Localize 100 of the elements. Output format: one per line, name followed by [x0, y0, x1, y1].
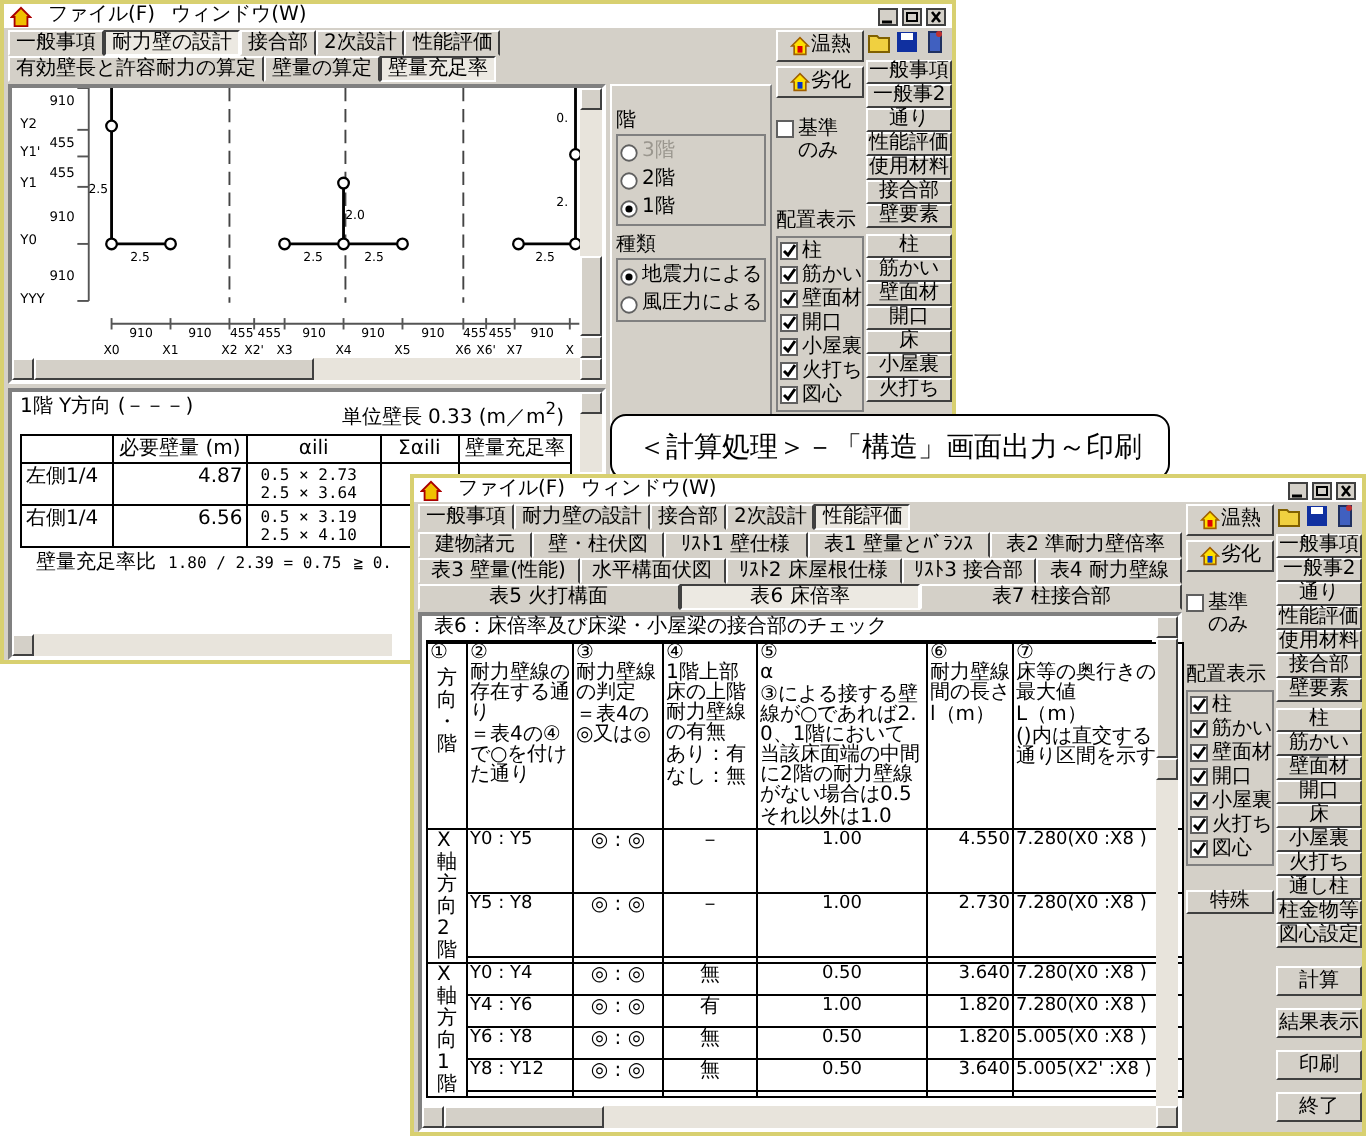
- checkbox[interactable]: [1190, 744, 1208, 762]
- menu-item[interactable]: ウィンドウ(W): [581, 478, 717, 502]
- tab[interactable]: 2次設計: [316, 30, 405, 56]
- checkbox[interactable]: [780, 266, 798, 284]
- tab[interactable]: 有効壁長と許容耐力の算定: [8, 56, 264, 82]
- side-button[interactable]: 筋かい: [866, 258, 952, 282]
- tab[interactable]: ﾘｽﾄ3 接合部: [901, 558, 1037, 584]
- radio-button[interactable]: [620, 267, 638, 285]
- tab[interactable]: 接合部: [240, 30, 316, 56]
- tab[interactable]: 建物諸元: [418, 532, 532, 558]
- side-button[interactable]: 図心設定: [1276, 924, 1362, 948]
- side-button[interactable]: 筋かい: [1276, 732, 1362, 756]
- side-button[interactable]: 使用材料: [1276, 630, 1362, 654]
- side-button[interactable]: 性能評価: [866, 132, 952, 156]
- close-button[interactable]: [926, 7, 946, 25]
- side-button[interactable]: 開口: [1276, 780, 1362, 804]
- checkbox[interactable]: [776, 120, 794, 138]
- action-button[interactable]: 計算: [1276, 966, 1362, 996]
- side-button[interactable]: 火打ち: [866, 378, 952, 402]
- door-icon[interactable]: [922, 30, 948, 54]
- side-button[interactable]: 小屋裏: [1276, 828, 1362, 852]
- tab[interactable]: 表3 壁量(性能): [418, 558, 580, 584]
- action-button[interactable]: 印刷: [1276, 1050, 1362, 1080]
- tab[interactable]: 性能評価: [814, 504, 911, 530]
- side-button[interactable]: 通り: [1276, 582, 1362, 606]
- side-button[interactable]: 柱: [866, 234, 952, 258]
- tab[interactable]: 性能評価: [404, 30, 501, 56]
- side-button[interactable]: 床: [1276, 804, 1362, 828]
- tab[interactable]: 表6 床倍率: [679, 584, 921, 610]
- vertical-scrollbar[interactable]: [580, 88, 602, 358]
- house-icon[interactable]: [420, 479, 442, 501]
- side-button[interactable]: 性能評価: [1276, 606, 1362, 630]
- side-button[interactable]: 小屋裏: [866, 354, 952, 378]
- side-button[interactable]: 接合部: [866, 180, 952, 204]
- tab[interactable]: 壁量の算定: [264, 56, 380, 82]
- side-button[interactable]: 火打ち: [1276, 852, 1362, 876]
- checkbox[interactable]: [780, 386, 798, 404]
- close-button[interactable]: [1336, 481, 1356, 499]
- tab[interactable]: 接合部: [650, 504, 726, 530]
- checkbox[interactable]: [1190, 720, 1208, 738]
- tab[interactable]: 表4 耐力壁線: [1036, 558, 1182, 584]
- menu-item[interactable]: ファイル(F): [48, 4, 156, 28]
- door-icon[interactable]: [1332, 504, 1358, 528]
- radio-button[interactable]: [620, 295, 638, 313]
- tab[interactable]: ﾘｽﾄ1 壁仕様: [664, 532, 808, 558]
- side-button[interactable]: 開口: [866, 306, 952, 330]
- tab[interactable]: 表1 壁量とﾊﾞﾗﾝｽ: [807, 532, 990, 558]
- tab[interactable]: 水平構面伏図: [579, 558, 726, 584]
- checkbox[interactable]: [1190, 792, 1208, 810]
- horizontal-scrollbar[interactable]: [12, 634, 392, 656]
- tab[interactable]: 壁・柱伏図: [531, 532, 665, 558]
- checkbox[interactable]: [1190, 768, 1208, 786]
- checkbox[interactable]: [1190, 840, 1208, 858]
- side-button[interactable]: 壁要素: [1276, 678, 1362, 702]
- side-button[interactable]: 壁面材: [1276, 756, 1362, 780]
- tab[interactable]: 耐力壁の設計: [104, 30, 240, 56]
- radio-button[interactable]: [620, 171, 638, 189]
- side-button[interactable]: 柱金物等: [1276, 900, 1362, 924]
- side-button[interactable]: 一般事項: [866, 60, 952, 84]
- checkbox[interactable]: [1190, 696, 1208, 714]
- tab[interactable]: 表5 火打構面: [418, 584, 680, 610]
- checkbox[interactable]: [780, 314, 798, 332]
- horizontal-scrollbar[interactable]: [422, 1106, 1178, 1128]
- side-button[interactable]: 一般事項: [1276, 534, 1362, 558]
- tab[interactable]: ﾘｽﾄ2 床屋根仕様: [725, 558, 901, 584]
- side-button[interactable]: 接合部: [1276, 654, 1362, 678]
- side-button[interactable]: 壁面材: [866, 282, 952, 306]
- radio-button[interactable]: [620, 199, 638, 217]
- checkbox[interactable]: [1186, 594, 1204, 612]
- checkbox[interactable]: [780, 362, 798, 380]
- side-button[interactable]: 通り: [866, 108, 952, 132]
- house-button[interactable]: 温熱: [1186, 504, 1274, 536]
- checkbox[interactable]: [780, 338, 798, 356]
- tab[interactable]: 壁量充足率: [380, 56, 496, 82]
- minimize-button[interactable]: [1288, 481, 1308, 499]
- side-button[interactable]: 壁要素: [866, 204, 952, 228]
- action-button[interactable]: 終了: [1276, 1092, 1362, 1122]
- side-button[interactable]: 使用材料: [866, 156, 952, 180]
- action-button[interactable]: 結果表示: [1276, 1008, 1362, 1038]
- tab[interactable]: 一般事項: [418, 504, 514, 530]
- side-button[interactable]: 一般事2: [1276, 558, 1362, 582]
- side-button[interactable]: 一般事2: [866, 84, 952, 108]
- vertical-scrollbar[interactable]: [1156, 616, 1178, 1106]
- tab[interactable]: 表7 柱接合部: [920, 584, 1183, 610]
- vertical-scrollbar[interactable]: [580, 392, 602, 472]
- restore-button[interactable]: [1312, 481, 1332, 499]
- tab[interactable]: 耐力壁の設計: [514, 504, 650, 530]
- house-button[interactable]: 温熱: [776, 30, 864, 62]
- horizontal-scrollbar[interactable]: [12, 358, 602, 380]
- house-icon[interactable]: [10, 5, 32, 27]
- checkbox[interactable]: [780, 290, 798, 308]
- checkbox[interactable]: [780, 242, 798, 260]
- house-button[interactable]: 劣化: [776, 66, 864, 98]
- house-button[interactable]: 劣化: [1186, 540, 1274, 572]
- minimize-button[interactable]: [878, 7, 898, 25]
- restore-button[interactable]: [902, 7, 922, 25]
- menu-item[interactable]: ウィンドウ(W): [171, 4, 307, 28]
- side-button[interactable]: 柱: [1276, 708, 1362, 732]
- checkbox[interactable]: [1190, 816, 1208, 834]
- tab[interactable]: 2次設計: [726, 504, 815, 530]
